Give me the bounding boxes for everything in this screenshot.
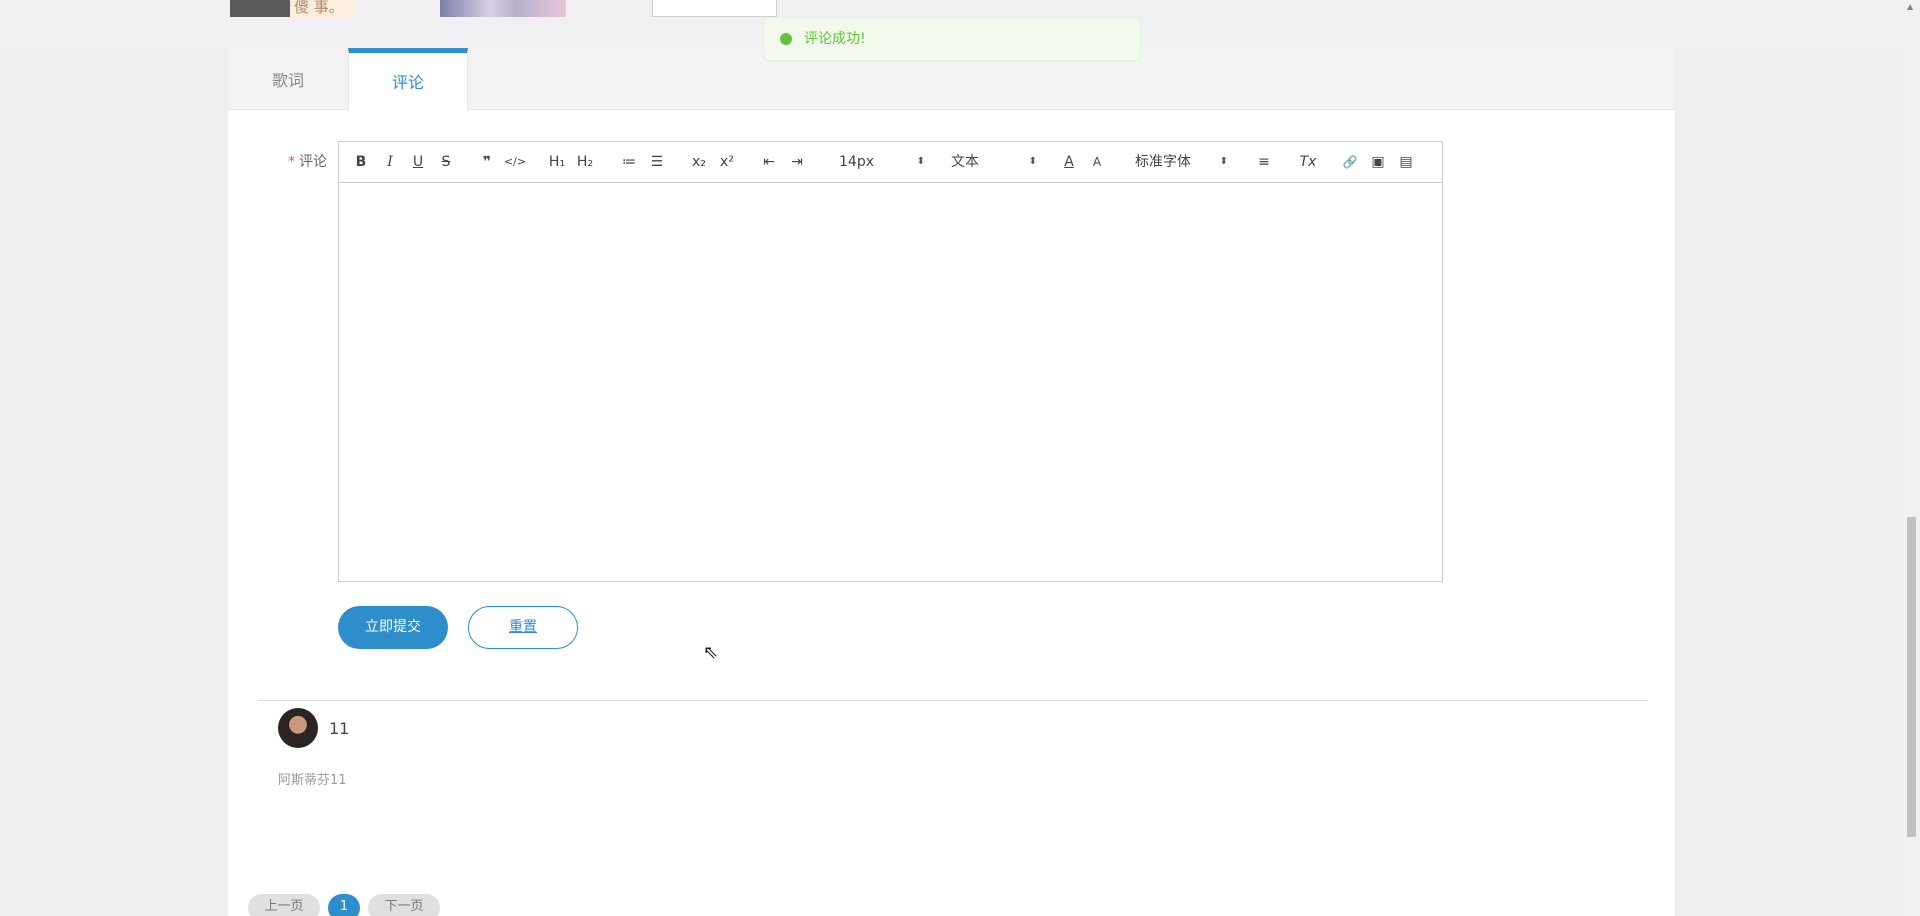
font-family-value: 标准字体 xyxy=(1135,154,1191,170)
background-color-icon[interactable]: A xyxy=(1085,142,1109,182)
page-1-button[interactable]: 1 xyxy=(328,894,360,916)
song-thumbnail[interactable] xyxy=(230,0,290,17)
prev-page-button[interactable]: 上一页 xyxy=(248,894,320,916)
font-family-select[interactable]: 标准字体 ⬍ xyxy=(1135,142,1228,182)
comment-text: 11 xyxy=(329,719,350,738)
underline-icon[interactable]: U xyxy=(406,142,430,182)
font-size-value: 14px xyxy=(839,154,874,170)
outdent-icon[interactable]: ⇤ xyxy=(757,142,781,182)
header-select[interactable]: 文本 ⬍ xyxy=(951,142,1037,182)
code-block-icon[interactable]: </> xyxy=(503,142,527,182)
chevron-updown-icon: ⬍ xyxy=(916,156,925,167)
strikethrough-icon[interactable]: S xyxy=(434,142,458,182)
align-icon[interactable]: ≡ xyxy=(1252,142,1276,182)
font-size-select[interactable]: 14px ⬍ xyxy=(839,142,925,182)
song-thumbnail-2[interactable] xyxy=(440,0,566,17)
comment-username: 阿斯蒂芬11 xyxy=(278,773,347,788)
chevron-updown-icon: ⬍ xyxy=(1219,156,1228,167)
submit-button[interactable]: 立即提交 xyxy=(338,606,448,649)
video-icon[interactable]: ▤ xyxy=(1394,142,1418,182)
divider xyxy=(258,700,1648,701)
editor-toolbar: B I U S ❞ </> H₁ H₂ ≔ ☰ x₂ x² ⇤ ⇥ 14px ⬍… xyxy=(339,142,1442,183)
blockquote-icon[interactable]: ❞ xyxy=(475,142,499,182)
comment-field-label: * 评论 xyxy=(288,151,327,171)
tab-lyrics[interactable]: 歌词 xyxy=(228,48,348,110)
comment-label-text: 评论 xyxy=(299,154,327,170)
mouse-cursor-icon: ⇖ xyxy=(703,642,719,663)
bullet-list-icon[interactable]: ☰ xyxy=(645,142,669,182)
song-thumbnail-caption: 傻 事。 xyxy=(290,0,356,17)
bold-icon[interactable]: B xyxy=(349,142,373,182)
top-input-field[interactable] xyxy=(652,0,777,17)
scroll-up-arrow-icon[interactable]: ▲ xyxy=(1907,2,1913,11)
subscript-icon[interactable]: x₂ xyxy=(687,142,711,182)
success-icon xyxy=(780,33,792,45)
indent-icon[interactable]: ⇥ xyxy=(785,142,809,182)
image-icon[interactable]: ▣ xyxy=(1366,142,1390,182)
editor-content-area[interactable] xyxy=(339,183,1442,581)
vertical-scrollbar[interactable]: ▲ xyxy=(1903,0,1920,916)
success-toast: 评论成功! xyxy=(763,17,1141,61)
link-icon[interactable]: 🔗 xyxy=(1338,142,1362,182)
required-mark: * xyxy=(288,154,295,170)
header-value: 文本 xyxy=(951,154,979,170)
tab-comment[interactable]: 评论 xyxy=(348,48,468,111)
italic-icon[interactable]: I xyxy=(378,142,402,182)
scrollbar-thumb[interactable] xyxy=(1907,517,1916,837)
heading1-icon[interactable]: H₁ xyxy=(545,142,569,182)
heading2-icon[interactable]: H₂ xyxy=(573,142,597,182)
chevron-updown-icon: ⬍ xyxy=(1028,156,1037,167)
toast-message: 评论成功! xyxy=(804,31,866,47)
text-color-icon[interactable]: A xyxy=(1057,142,1081,182)
reset-button[interactable]: 重置 xyxy=(468,606,578,649)
avatar[interactable] xyxy=(278,708,318,748)
clear-format-icon[interactable]: Tx xyxy=(1296,142,1320,182)
ordered-list-icon[interactable]: ≔ xyxy=(617,142,641,182)
next-page-button[interactable]: 下一页 xyxy=(368,894,440,916)
rich-text-editor: B I U S ❞ </> H₁ H₂ ≔ ☰ x₂ x² ⇤ ⇥ 14px ⬍… xyxy=(338,141,1443,582)
superscript-icon[interactable]: x² xyxy=(715,142,739,182)
